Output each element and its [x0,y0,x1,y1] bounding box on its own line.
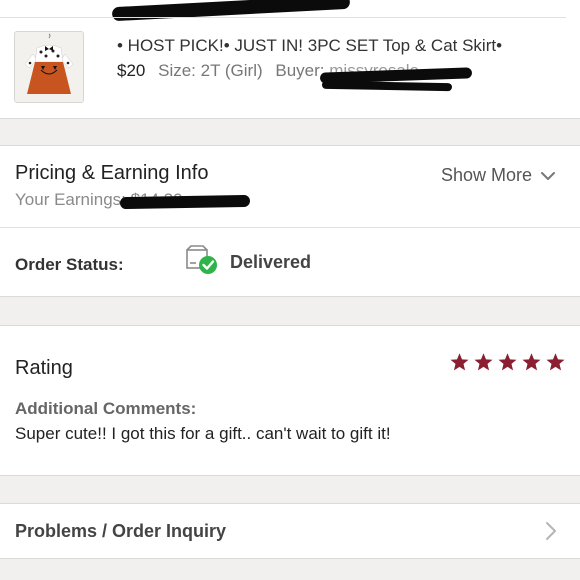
rating-panel: Rating Additional Comments: Super cute!!… [0,326,580,475]
item-title[interactable]: • HOST PICK!• JUST IN! 3PC SET Top & Cat… [117,36,502,56]
problems-order-inquiry-row[interactable]: Problems / Order Inquiry [0,504,580,559]
size-value: 2T (Girl) [200,61,263,80]
section-separator [0,118,580,146]
section-separator [0,475,580,504]
item-price: $20 [117,61,146,80]
section-separator [0,558,580,580]
size-label: Size: [158,61,196,80]
buyer-label: Buyer: [275,61,325,80]
redaction-scribble [119,194,251,210]
chevron-down-icon [541,171,555,180]
comments-text: Super cute!! I got this for a gift.. can… [15,424,391,443]
chevron-right-icon [546,522,556,540]
package-delivered-icon [186,245,217,274]
redaction-scribble [111,0,351,22]
section-separator [0,296,580,326]
star-icon [498,353,517,371]
order-status-label: Order Status: [15,255,124,274]
pricing-title: Pricing & Earning Info [15,162,209,184]
earnings-label: Your Earnings: [15,190,126,209]
order-status-value: Delivered [230,252,312,272]
item-thumbnail[interactable] [14,31,84,103]
star-rating [449,352,566,372]
problems-label: Problems / Order Inquiry [15,521,227,541]
order-item-panel[interactable]: • HOST PICK!• JUST IN! 3PC SET Top & Cat… [0,0,580,118]
star-icon [474,353,493,371]
redaction-scribble [321,80,453,92]
comments-label: Additional Comments: [15,399,197,418]
pricing-panel: Pricing & Earning Info Your Earnings: $1… [0,146,580,228]
rating-title: Rating [15,357,73,379]
divider [0,17,566,18]
star-icon [546,353,565,371]
show-more-button[interactable]: Show More [441,165,556,186]
star-icon [522,353,541,371]
show-more-label: Show More [440,165,532,185]
star-icon [450,353,469,371]
